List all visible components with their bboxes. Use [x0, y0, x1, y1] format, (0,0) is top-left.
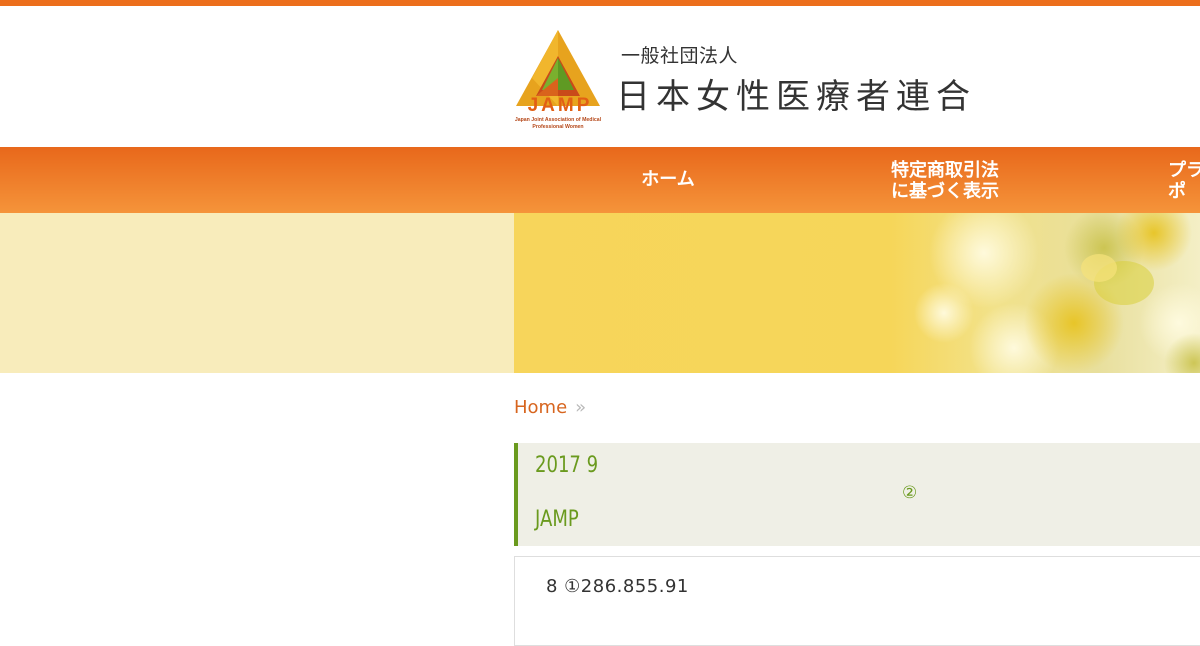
nav-item-label: ホーム — [641, 169, 695, 190]
post-header: 2017 9 ② JAMP — [514, 443, 1200, 546]
logo-subtitle: Japan Joint Association of Medical Profe… — [514, 117, 602, 130]
nav-item-commercial-law[interactable]: 特定商取引法 に基づく表示 — [880, 160, 1010, 202]
organization-name[interactable]: 日本女性医療者連合 — [616, 69, 976, 118]
site-header: JAMP Japan Joint Association of Medical … — [0, 6, 1200, 147]
nav-item-privacy[interactable]: プラ ポ — [1160, 160, 1200, 202]
logo-abbreviation: JAMP — [527, 95, 593, 116]
post-content: 8 ①286.855.91 — [514, 556, 1200, 646]
banner-left-fill — [0, 213, 514, 373]
hero-banner-image — [514, 213, 1200, 373]
content-text: 8 ①286.855.91 — [546, 576, 689, 597]
breadcrumb: Home » — [514, 397, 586, 418]
post-marker: ② — [902, 483, 918, 503]
post-date: 2017 9 — [535, 453, 599, 478]
main-nav: ホーム 特定商取引法 に基づく表示 プラ ポ — [0, 147, 1200, 213]
clipped-text-row — [685, 627, 1200, 633]
nav-item-home[interactable]: ホーム — [620, 169, 716, 190]
breadcrumb-separator: » — [575, 397, 587, 418]
nav-item-label: プラ ポ — [1168, 160, 1200, 202]
banner-bokeh-decoration — [914, 213, 1200, 373]
breadcrumb-home-link[interactable]: Home — [514, 397, 567, 418]
nav-item-label: 特定商取引法 に基づく表示 — [891, 160, 999, 202]
organization-type: 一般社団法人 — [621, 45, 739, 67]
post-title: JAMP — [535, 507, 579, 532]
